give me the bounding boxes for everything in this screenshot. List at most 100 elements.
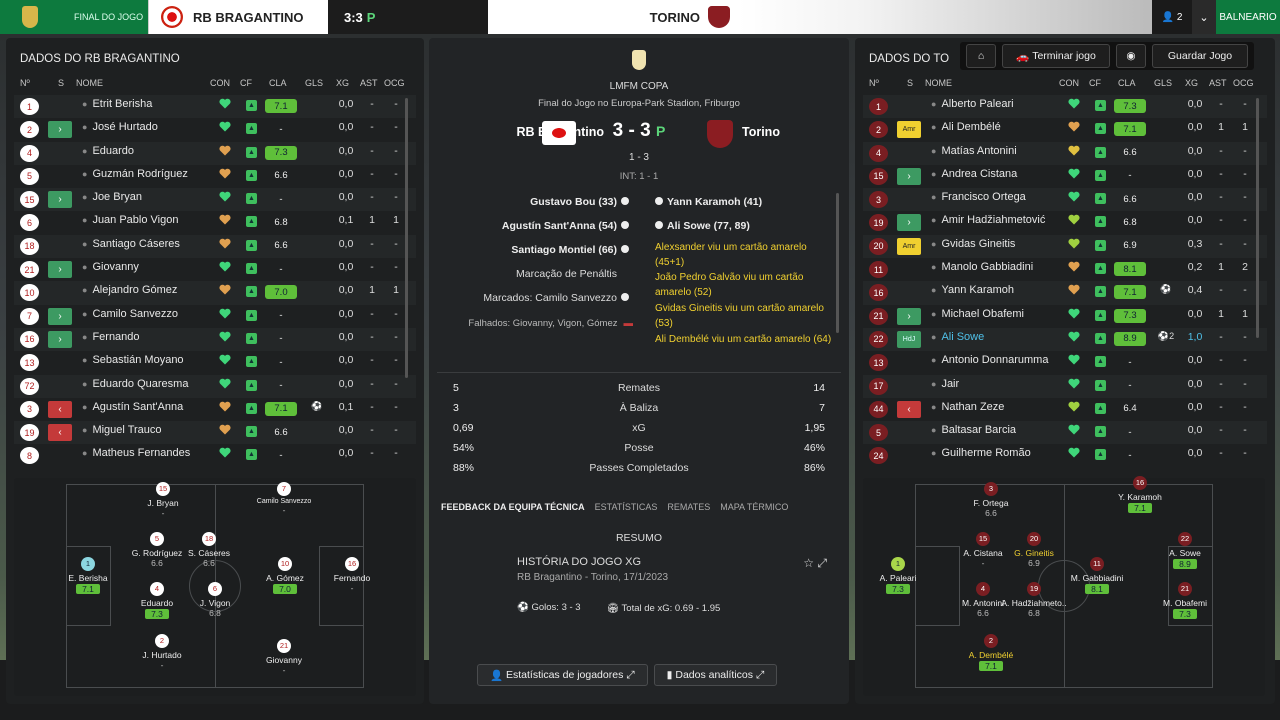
end-match-button[interactable]: 🚗 Terminar jogo (1002, 44, 1110, 68)
player-name[interactable]: ● Eduardo Quaresma (82, 378, 188, 390)
col-cf[interactable]: CF (1089, 78, 1101, 88)
pitch-player[interactable]: 15 J. Bryan - (128, 482, 198, 518)
table-row[interactable]: 11 ● Manolo Gabbiadini ▲ 8.1 0,2 1 2 (863, 258, 1267, 281)
pitch-player[interactable]: 1 A. Paleari 7.3 (863, 557, 933, 594)
col-con[interactable]: CON (210, 78, 230, 88)
pitch-player[interactable]: 2 A. Dembélé 7.1 (956, 634, 1026, 671)
col-s[interactable]: S (58, 78, 64, 88)
users-button[interactable]: 👤 2 (1152, 0, 1192, 34)
table-row[interactable]: 20 Amr ● Gvidas Gineitis ▲ 6.9 0,3 - - (863, 234, 1267, 259)
save-game-button[interactable]: Guardar Jogo (1152, 44, 1248, 68)
table-row[interactable]: 6 ● Juan Pablo Vigon ▲ 6.8 0,1 1 1 (14, 211, 416, 234)
player-name[interactable]: ● Jair (931, 378, 959, 390)
table-row[interactable]: 1 ● Alberto Paleari ▲ 7.3 0,0 - - (863, 95, 1267, 119)
player-stats-button[interactable]: 👤 Estatísticas de jogadores ⤢ (477, 664, 648, 686)
player-name[interactable]: ● Miguel Trauco (82, 424, 162, 436)
col-nome[interactable]: NOME (76, 78, 103, 88)
table-row[interactable]: 2 Amr ● Ali Dembélé ▲ 7.1 0,0 1 1 (863, 118, 1267, 141)
col-ast[interactable]: AST (1209, 78, 1227, 88)
table-row[interactable]: 16 › ● Fernando ▲ -0,0- - (14, 327, 416, 352)
player-name[interactable]: ● Michael Obafemi (931, 308, 1024, 320)
table-row[interactable]: 15 › ● Joe Bryan ▲ -0,0- - (14, 188, 416, 212)
table-row[interactable]: 4 ● Eduardo ▲ 7.3 0,0- - (14, 141, 416, 165)
col-xg[interactable]: XG (336, 78, 349, 88)
scrollbar[interactable] (1256, 98, 1259, 338)
pitch-player[interactable]: 1 E. Berisha 7.1 (53, 557, 123, 594)
sub-status-in[interactable]: › (48, 191, 72, 209)
player-name[interactable]: ● Guilherme Romão (931, 447, 1031, 459)
pitch-player[interactable]: 6 J. Vigon 6.8 (180, 582, 250, 618)
home-icon[interactable]: ⌂ (966, 44, 996, 68)
col-cf[interactable]: CF (240, 78, 252, 88)
player-name[interactable]: ● Eduardo (82, 145, 134, 157)
table-row[interactable]: 13 ● Antonio Donnarumma ▲ - 0,0 - - (863, 351, 1267, 374)
sub-status-in[interactable]: › (897, 167, 921, 185)
col-cla[interactable]: CLA (1118, 78, 1136, 88)
player-name[interactable]: ● Guzmán Rodríguez (82, 168, 188, 180)
sub-status-in[interactable]: › (48, 121, 72, 139)
player-name[interactable]: ● Francisco Ortega (931, 191, 1026, 203)
star-icon[interactable]: ☆ ⤢ (803, 556, 827, 571)
sub-status-out[interactable]: ‹ (48, 400, 72, 418)
table-row[interactable]: 19 › ● Amir Hadžiahmetović ▲ 6.8 0,0 - - (863, 211, 1267, 234)
sub-status-in[interactable]: › (897, 307, 921, 325)
table-row[interactable]: 3 ● Francisco Ortega ▲ 6.6 0,0 - - (863, 188, 1267, 212)
table-row[interactable]: 15 › ● Andrea Cistana ▲ - 0,0 - - (863, 165, 1267, 188)
scrollbar[interactable] (405, 98, 408, 378)
player-name[interactable]: ● Gvidas Gineitis (931, 238, 1015, 250)
col-num[interactable]: Nº (20, 78, 30, 88)
chevron-down-icon[interactable]: ⌄ (1192, 0, 1216, 34)
table-row[interactable]: 4 ● Matías Antonini ▲ 6.6 0,0 - - (863, 141, 1267, 165)
player-name[interactable]: ● Andrea Cistana (931, 168, 1017, 180)
player-name[interactable]: ● José Hurtado (82, 121, 158, 133)
table-row[interactable]: 3 ‹ ● Agustín Sant'Anna ▲ 7.1 ⚽ 0,1 - - (14, 398, 416, 421)
player-name[interactable]: ● Ali Dembélé (931, 121, 1001, 133)
player-name[interactable]: ● Etrit Berisha (82, 98, 152, 110)
sub-status-hdj[interactable]: HdJ (897, 330, 921, 348)
player-name[interactable]: ● Antonio Donnarumma (931, 354, 1048, 366)
table-row[interactable]: 5 ● Guzmán Rodríguez ▲ 6.6 0,0- - (14, 165, 416, 188)
table-row[interactable]: 44 ‹ ● Nathan Zeze ▲ 6.4 0,0 - - (863, 398, 1267, 421)
pitch-player[interactable]: 2 J. Hurtado - (127, 634, 197, 670)
table-row[interactable]: 21 › ● Michael Obafemi ▲ 7.3 0,0 1 1 (863, 305, 1267, 328)
player-name[interactable]: ● Fernando (82, 331, 140, 343)
sub-status-out[interactable]: ‹ (48, 424, 72, 442)
tab-statistics[interactable]: ESTATÍSTICAS (595, 502, 658, 512)
table-row[interactable]: 1 ● Etrit Berisha ▲ 7.1 0,0- - (14, 95, 416, 119)
scrollbar[interactable] (836, 193, 839, 333)
player-name[interactable]: ● Nathan Zeze (931, 401, 1004, 413)
pitch-player[interactable]: 7 Camilo Sanvezzo - (249, 482, 319, 515)
player-name[interactable]: ● Ali Sowe (931, 331, 984, 343)
col-s[interactable]: S (907, 78, 913, 88)
balneario-button[interactable]: BALNEARIO (1216, 0, 1280, 34)
pitch-player[interactable]: 16 Fernando - (317, 557, 387, 593)
col-ast[interactable]: AST (360, 78, 378, 88)
player-name[interactable]: ● Giovanny (82, 261, 139, 273)
player-name[interactable]: ● Matheus Fernandes (82, 447, 190, 459)
pitch-player[interactable]: 19 A. Hadžiahmeto.. 6.8 (999, 582, 1069, 618)
col-nome[interactable]: NOME (925, 78, 952, 88)
pitch-player[interactable]: 11 M. Gabbiadini 8.1 (1062, 557, 1132, 594)
pitch-player[interactable]: 22 A. Sowe 8.9 (1150, 532, 1220, 569)
table-row[interactable]: 5 ● Baltasar Barcia ▲ - 0,0 - - (863, 421, 1267, 445)
table-row[interactable]: 72 ● Eduardo Quaresma ▲ - 0,0 - - (14, 374, 416, 398)
table-row[interactable]: 13 ● Sebastián Moyano ▲ -0,0- - (14, 351, 416, 374)
player-name[interactable]: ● Alberto Paleari (931, 98, 1014, 110)
pitch-player[interactable]: 18 S. Cáseres 6.6 (174, 532, 244, 568)
player-name[interactable]: ● Joe Bryan (82, 191, 142, 203)
player-name[interactable]: ● Juan Pablo Vigon (82, 214, 178, 226)
col-cla[interactable]: CLA (269, 78, 287, 88)
sub-status-in[interactable]: › (48, 307, 72, 325)
col-gls[interactable]: GLS (1154, 78, 1172, 88)
away-name[interactable]: Torino (742, 125, 780, 139)
pitch-player[interactable]: 3 F. Ortega 6.6 (956, 482, 1026, 518)
analytics-button[interactable]: ▮ Dados analíticos ⤢ (653, 664, 778, 686)
sub-status-out[interactable]: ‹ (897, 400, 921, 418)
player-name[interactable]: ● Alejandro Gómez (82, 284, 177, 296)
pitch-player[interactable]: 21 M. Obafemi 7.3 (1150, 582, 1220, 619)
sub-status-amr[interactable]: Amr (897, 121, 921, 139)
player-name[interactable]: ● Matías Antonini (931, 145, 1017, 157)
col-ocg[interactable]: OCG (384, 78, 405, 88)
table-row[interactable]: 16 ● Yann Karamoh ▲ 7.1 ⚽ 0,4 - - (863, 281, 1267, 305)
col-gls[interactable]: GLS (305, 78, 323, 88)
